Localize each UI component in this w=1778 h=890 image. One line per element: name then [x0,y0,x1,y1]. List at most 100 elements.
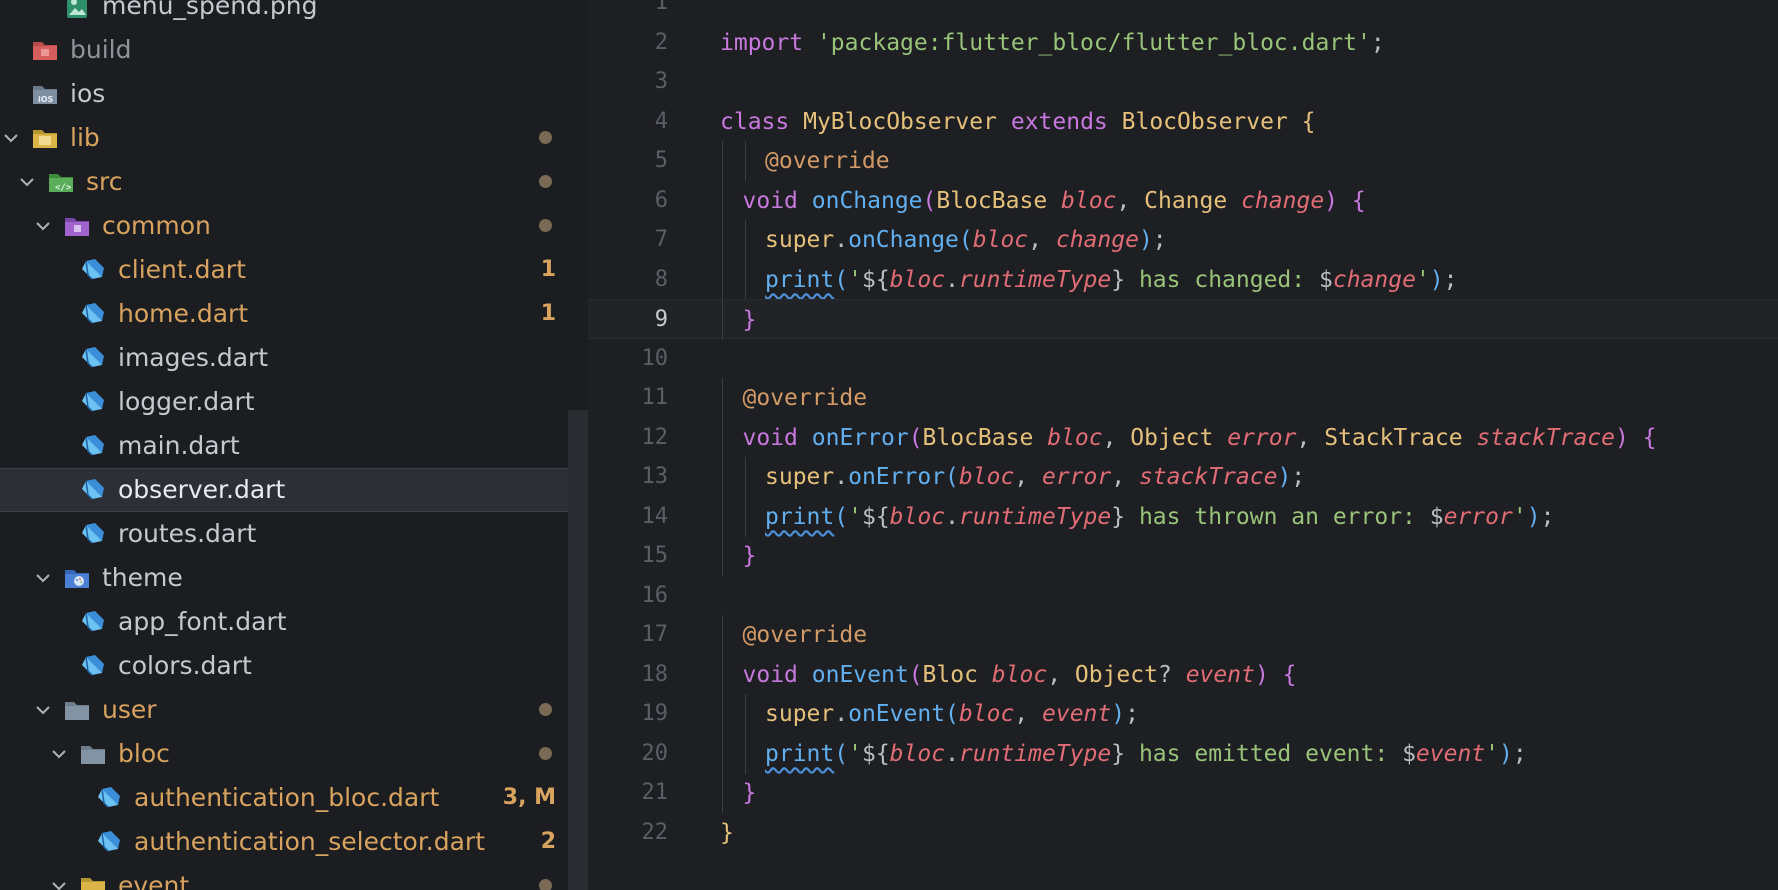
code-token: ${ [861,503,890,530]
dart-file-icon [78,299,108,329]
code-token: ( [908,661,923,688]
chevron-down-icon[interactable] [34,569,52,587]
code-line[interactable]: 11 @override [588,378,1778,418]
code-line[interactable]: 9} [588,299,1778,340]
code-line[interactable]: 3 [588,62,1778,102]
indent-guide [722,300,723,340]
chevron-down-icon[interactable] [18,173,36,191]
tree-item[interactable]: </> src [0,160,588,204]
tree-item[interactable]: client.dart 1 [0,248,588,292]
code-line[interactable]: 1 [588,0,1778,23]
code-token: super [765,227,835,253]
code-token: bloc [1047,424,1103,451]
dart-file-icon [78,651,108,681]
tree-item-label: authentication_selector.dart [134,827,486,856]
tree-item[interactable]: event [0,864,588,890]
tree-item[interactable]: authentication_selector.dart 2 [0,820,588,864]
chevron-down-icon[interactable] [50,877,68,890]
dart-file-icon [94,783,124,813]
folder-plain-icon [78,739,108,769]
code-token: , [1028,227,1056,253]
code-line[interactable]: 6 void onChange(BlocBase bloc, Change cha… [588,180,1778,221]
code-line[interactable]: 13 super.onError(bloc, error, stackTrace)… [588,457,1778,497]
code-token: ' [848,740,862,767]
code-line[interactable]: 4 class MyBlocObserver extends BlocObserv… [588,102,1778,142]
code-line[interactable]: 10 [588,339,1778,379]
code-line[interactable]: 19 super.onEvent(bloc, event); [588,694,1778,734]
tree-item[interactable]: bloc [0,732,588,776]
tree-item[interactable]: logger.dart [0,380,588,424]
code-token: event [1042,701,1112,727]
line-number: 11 [641,385,669,410]
code-line[interactable]: 5 @override [588,141,1778,181]
problem-count-badge: 2 [540,829,556,854]
code-token: } [1111,266,1126,293]
code-token: bloc [991,661,1048,688]
code-line[interactable]: 22} [588,813,1778,853]
explorer-scrollbar[interactable] [568,410,588,890]
line-number: 3 [654,69,668,94]
chevron-down-icon[interactable] [2,129,20,147]
tree-item[interactable]: lib [0,116,588,160]
code-token: import [720,29,804,56]
code-line[interactable]: 17 @override [588,615,1778,655]
line-number: 4 [654,108,668,134]
file-explorer: menu_spend.png build iOS ios lib </> src common… [0,0,588,890]
dart-file-icon [78,343,108,373]
code-text: } [743,536,757,576]
code-line[interactable]: 7 super.onChange(bloc, change); [588,220,1778,260]
code-line[interactable]: 16 [588,576,1778,616]
line-number: 13 [641,464,669,489]
folder-ios-icon: iOS [30,79,60,109]
tree-item[interactable]: iOS ios [0,72,588,116]
tree-item[interactable]: app_font.dart [0,600,588,644]
code-text: print('${bloc.runtimeType} has emitted e… [765,734,1527,774]
code-text: super.onChange(bloc, change); [765,220,1167,260]
code-line[interactable]: 8 print('${bloc.runtimeType} has changed:… [588,259,1778,300]
tree-item[interactable]: user [0,688,588,732]
code-editor[interactable]: 1 2 import 'package:flutter_bloc/flutter_b… [588,0,1778,890]
tree-item[interactable]: routes.dart [0,512,588,556]
code-text: @override [743,615,868,655]
tree-item[interactable]: images.dart [0,336,588,380]
code-line[interactable]: 21} [588,773,1778,813]
code-text: print('${bloc.runtimeType} has thrown an… [765,497,1554,537]
code-token: } [720,819,734,846]
code-line[interactable]: 2 import 'package:flutter_bloc/flutter_bl… [588,23,1778,63]
chevron-down-icon[interactable] [34,701,52,719]
tree-item-label: colors.dart [118,651,252,680]
chevron-down-icon[interactable] [34,217,52,235]
tree-item[interactable]: build [0,28,588,72]
tree-item[interactable]: colors.dart [0,644,588,688]
line-number: 6 [654,187,668,213]
line-number: 7 [654,227,668,252]
tree-item[interactable]: theme [0,556,588,600]
tree-item[interactable]: common [0,204,588,248]
code-text: void onChange(BlocBase bloc, Change chan… [743,181,1366,221]
code-line[interactable]: 18 void onEvent(Bloc bloc, Object? event)… [588,654,1778,695]
tree-item-label: app_font.dart [118,607,287,636]
tree-item[interactable]: observer.dart [0,468,588,512]
code-token: ; [1125,701,1139,727]
tree-item[interactable]: main.dart [0,424,588,468]
code-line[interactable]: 15} [588,536,1778,576]
modified-dot [539,131,552,144]
tree-item[interactable]: authentication_bloc.dart 3, M [0,776,588,820]
tree-item[interactable]: menu_spend.png [0,0,588,28]
code-text: } [720,813,734,853]
code-line[interactable]: 12 void onError(BlocBase bloc, Object err… [588,417,1778,458]
line-number: 18 [641,661,669,687]
code-line[interactable]: 14 print('${bloc.runtimeType} has thrown … [588,496,1778,537]
chevron-down-icon[interactable] [50,745,68,763]
dart-file-icon [94,827,124,857]
indent-guide [744,733,746,774]
code-token: bloc [889,503,946,530]
folder-common-icon [62,211,92,241]
code-token: ) [1111,701,1126,727]
code-token: ( [945,464,959,490]
code-line[interactable]: 20 print('${bloc.runtimeType} has emitted… [588,733,1778,774]
tree-item[interactable]: home.dart 1 [0,292,588,336]
code-token: } [742,543,757,569]
